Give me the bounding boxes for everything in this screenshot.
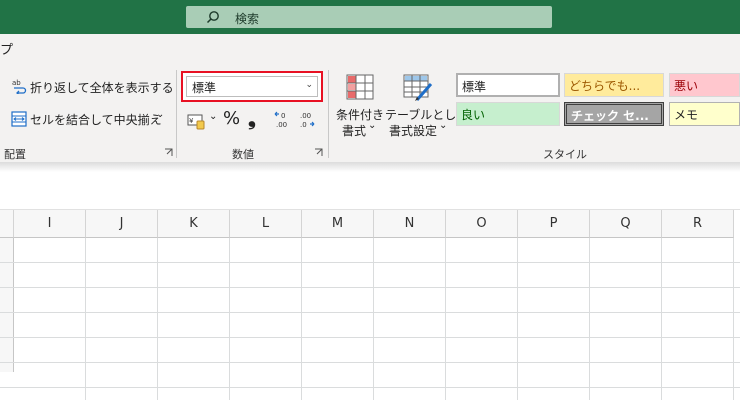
- number-group-label: 数値: [232, 148, 254, 161]
- search-placeholder: 検索: [235, 12, 260, 26]
- group-divider: [176, 70, 177, 158]
- column-header-p[interactable]: P: [518, 210, 590, 238]
- group-divider: [328, 70, 329, 158]
- alignment-group-label: 配置: [4, 148, 26, 161]
- conditional-formatting-button[interactable]: 条件付き 書式 ⌄: [334, 72, 384, 144]
- merge-center-icon: [11, 111, 27, 127]
- row-gridline: [0, 387, 740, 388]
- number-format-box: 標準 ⌄: [186, 76, 318, 97]
- conditional-formatting-icon: [346, 74, 374, 100]
- format-as-table-label-2: 書式設定: [389, 124, 438, 138]
- ribbon-shadow: [0, 162, 740, 172]
- title-bar: 検索: [0, 0, 740, 34]
- search-icon: [206, 11, 219, 24]
- style-normal[interactable]: 標準: [456, 73, 560, 97]
- tab-partial[interactable]: プ: [0, 39, 13, 58]
- column-header-n[interactable]: N: [374, 210, 446, 238]
- svg-text:0: 0: [281, 112, 285, 120]
- wrap-text-icon: ab: [12, 79, 27, 94]
- wrap-text-button[interactable]: ab 折り返して全体を表示する: [8, 76, 174, 98]
- dialog-launcher-icon[interactable]: [164, 148, 173, 157]
- style-note[interactable]: メモ: [669, 102, 740, 126]
- cell-styles-gallery: 標準 どちらでも... 悪い 良い チェック セ... メモ: [452, 70, 740, 130]
- format-as-table-button[interactable]: テーブルとして 書式設定 ⌄: [385, 72, 468, 144]
- column-header-j[interactable]: J: [86, 210, 158, 238]
- row-gridline: [0, 287, 740, 288]
- row-gridline: [0, 262, 740, 263]
- chevron-down-icon: ⌄: [368, 120, 377, 131]
- row-gridline: [0, 362, 740, 363]
- svg-text:.00: .00: [276, 121, 287, 129]
- conditional-formatting-label-2: 書式: [342, 124, 367, 138]
- style-bad[interactable]: 悪い: [669, 73, 740, 97]
- ribbon: ab 折り返して全体を表示する セルを結合して中央揃え ⌄ 配置 標準 ⌄ ¥ …: [0, 64, 740, 162]
- svg-text:ab: ab: [12, 79, 21, 87]
- decrease-decimal-icon[interactable]: .00 .0: [297, 110, 317, 130]
- comma-style-icon[interactable]: ❟: [248, 106, 256, 130]
- style-neutral[interactable]: どちらでも...: [564, 73, 664, 97]
- increase-decimal-icon[interactable]: 0 .00: [273, 110, 293, 130]
- svg-text:¥: ¥: [189, 117, 194, 125]
- chevron-down-icon[interactable]: ⌄: [209, 111, 217, 122]
- merge-center-button[interactable]: セルを結合して中央揃え ⌄: [8, 108, 168, 130]
- column-header-m[interactable]: M: [302, 210, 374, 238]
- number-format-dropdown[interactable]: 標準 ⌄: [181, 71, 323, 102]
- svg-text:.0: .0: [300, 121, 307, 129]
- chevron-down-icon[interactable]: ⌄: [156, 109, 164, 120]
- dialog-launcher-icon[interactable]: [314, 148, 323, 157]
- conditional-formatting-label-1: 条件付き: [336, 108, 385, 122]
- number-format-value: 標準: [192, 81, 217, 95]
- column-header-i[interactable]: I: [14, 210, 86, 238]
- search-box[interactable]: 検索: [186, 6, 552, 28]
- wrap-text-label: 折り返して全体を表示する: [30, 81, 174, 95]
- column-header-l[interactable]: L: [230, 210, 302, 238]
- column-header-k[interactable]: K: [158, 210, 230, 238]
- format-as-table-icon: [403, 74, 433, 101]
- column-header-q[interactable]: Q: [590, 210, 662, 238]
- svg-text:.00: .00: [300, 112, 311, 120]
- column-header-o[interactable]: O: [446, 210, 518, 238]
- select-all-corner[interactable]: [0, 210, 14, 238]
- formula-bar-area[interactable]: [0, 172, 740, 210]
- cell-area[interactable]: [0, 238, 740, 400]
- style-check-cell[interactable]: チェック セ...: [564, 102, 664, 126]
- ribbon-tabs: プ: [0, 34, 740, 64]
- chevron-down-icon: ⌄: [439, 120, 448, 131]
- column-header-r[interactable]: R: [662, 210, 734, 238]
- style-good[interactable]: 良い: [456, 102, 560, 126]
- row-gridline: [0, 312, 740, 313]
- percent-style-icon[interactable]: %: [223, 108, 240, 129]
- styles-group-label: スタイル: [543, 148, 587, 161]
- worksheet-grid[interactable]: IJKLMNOPQR: [0, 210, 740, 400]
- chevron-down-icon: ⌄: [305, 80, 313, 90]
- accounting-format-icon[interactable]: ¥: [187, 112, 207, 130]
- row-gridline: [0, 337, 740, 338]
- merge-center-label: セルを結合して中央揃え: [30, 113, 162, 127]
